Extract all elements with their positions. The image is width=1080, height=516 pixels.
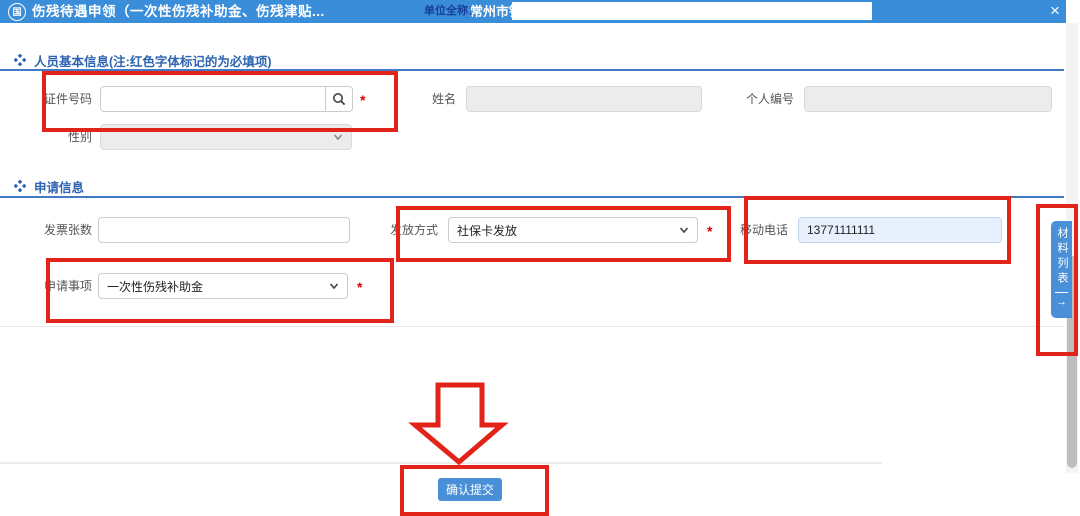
payment-required-mark: *	[707, 220, 712, 242]
personal-no-input	[804, 86, 1052, 112]
chevron-down-icon	[679, 225, 689, 235]
id-required-mark: *	[360, 89, 365, 111]
arrow-right-icon: →	[1056, 296, 1067, 308]
id-search-button[interactable]	[325, 86, 353, 112]
person-section-title: 人员基本信息(注:红色字体标记的为必填项)	[34, 51, 272, 70]
mobile-phone-label: 移动电话	[714, 217, 788, 243]
payment-method-value: 社保卡发放	[457, 222, 517, 239]
close-icon[interactable]: ×	[1044, 0, 1066, 23]
invoice-count-input[interactable]	[98, 217, 350, 243]
apply-item-label: 申请事项	[16, 273, 92, 299]
section-divider	[0, 69, 1064, 71]
gender-label: 性别	[16, 124, 92, 150]
payment-method-label: 发放方式	[366, 217, 438, 243]
confirm-submit-button[interactable]: 确认提交	[438, 478, 502, 501]
search-icon	[332, 92, 346, 106]
apply-section-title: 申请信息	[34, 177, 84, 196]
name-label: 姓名	[392, 86, 456, 112]
page-title: 伤残待遇申领（一次性伤残补助金、伤残津贴...	[32, 0, 325, 23]
name-input	[466, 86, 702, 112]
personal-no-label: 个人编号	[712, 86, 794, 112]
apply-section-header: 申请信息	[14, 178, 84, 194]
apply-item-value: 一次性伤残补助金	[107, 278, 203, 295]
diamond-icon	[14, 54, 26, 66]
tab-divider	[1055, 292, 1068, 293]
id-number-input[interactable]	[100, 86, 326, 112]
diamond-icon	[14, 180, 26, 192]
apply-item-required-mark: *	[357, 276, 362, 298]
section-divider	[0, 196, 1064, 198]
id-number-label: 证件号码	[16, 86, 92, 112]
invoice-count-label: 发票张数	[16, 217, 92, 243]
redacted-unit-box	[512, 2, 872, 20]
gender-select	[100, 124, 352, 150]
form-panel-bottom-border	[0, 326, 1064, 327]
chevron-down-icon	[329, 281, 339, 291]
title-bar: 国 伤残待遇申领（一次性伤残补助金、伤残津贴... 单位全称： 常州市钟楼区 ×	[0, 0, 1066, 23]
apply-item-select[interactable]: 一次性伤残补助金	[98, 273, 348, 299]
payment-method-select[interactable]: 社保卡发放	[448, 217, 698, 243]
annotation-down-arrow	[403, 381, 515, 467]
material-list-tab[interactable]: 材料列表 →	[1051, 221, 1072, 318]
form-circle-icon: 国	[8, 3, 26, 21]
chevron-down-icon	[333, 132, 343, 142]
material-list-tab-label: 材料列表	[1054, 227, 1069, 287]
mobile-phone-input[interactable]	[798, 217, 1002, 243]
person-section-header: 人员基本信息(注:红色字体标记的为必填项)	[14, 52, 272, 68]
